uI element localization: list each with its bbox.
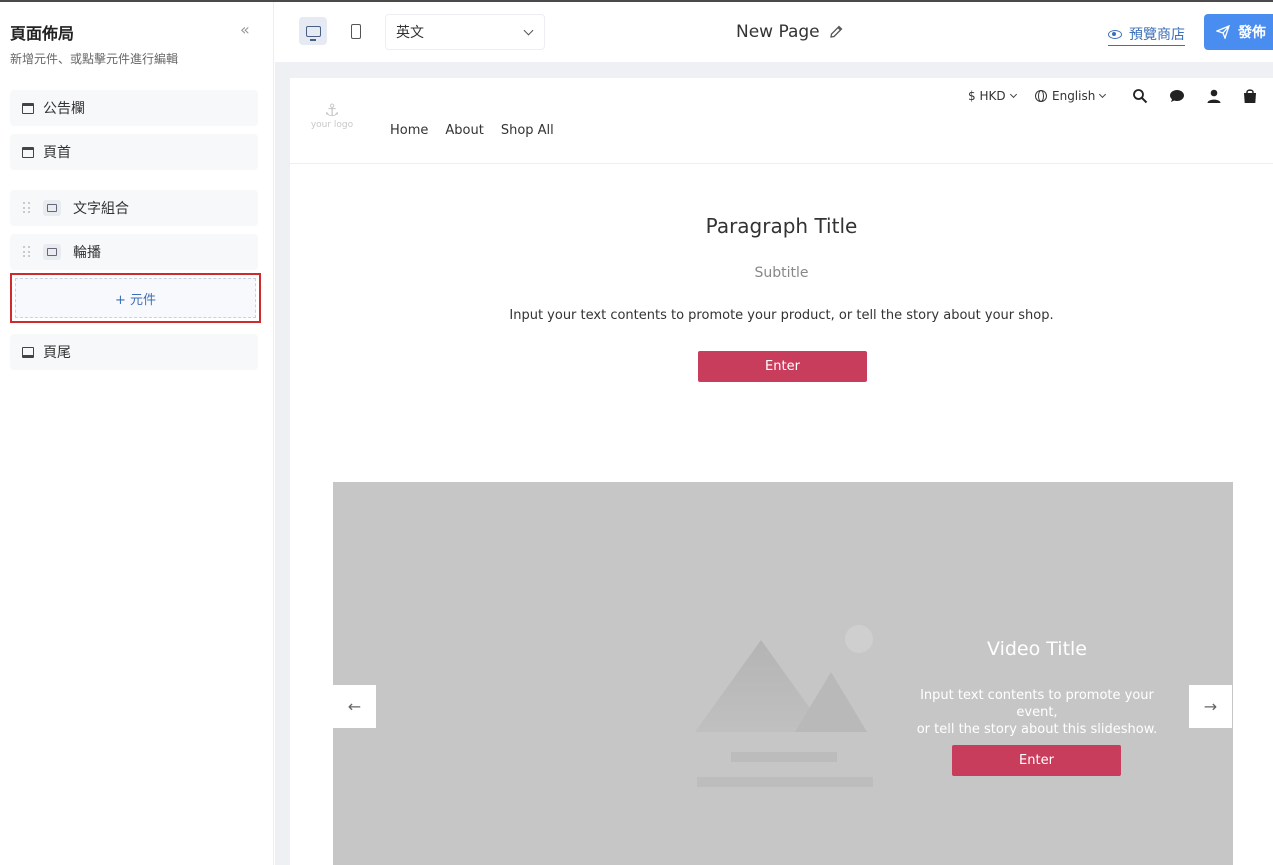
paragraph-title: Paragraph Title bbox=[705, 214, 858, 238]
carousel-icon bbox=[43, 244, 61, 260]
add-component-highlight: + 元件 bbox=[10, 273, 261, 323]
sidebar-item-header[interactable]: 頁首 bbox=[10, 134, 258, 170]
currency-label: $ HKD bbox=[968, 89, 1006, 103]
carousel-prev-button[interactable]: ← bbox=[333, 685, 376, 728]
currency-selector[interactable]: $ HKD bbox=[968, 89, 1017, 103]
page-name[interactable]: New Page bbox=[736, 22, 844, 42]
paragraph-enter-button[interactable]: Enter bbox=[698, 351, 867, 382]
chevron-down-icon bbox=[523, 25, 534, 35]
desktop-view-button[interactable] bbox=[299, 17, 327, 45]
window-icon bbox=[22, 146, 34, 158]
paragraph-body: Input your text contents to promote your… bbox=[509, 308, 1054, 323]
anchor-icon: ⚓ bbox=[324, 101, 340, 121]
language-select[interactable]: 英文 bbox=[385, 14, 545, 50]
arrow-left-icon: ← bbox=[347, 697, 362, 716]
editor-toolbar: 英文 New Page 預覽商店 發佈 bbox=[275, 2, 1273, 62]
nav-item-home[interactable]: Home bbox=[390, 123, 428, 138]
store-header[interactable]: ⚓ your logo Home About Shop All $ HKD En… bbox=[290, 78, 1273, 164]
publish-label: 發佈 bbox=[1238, 25, 1266, 41]
sidebar-subtitle: 新增元件、或點擊元件進行編輯 bbox=[10, 52, 179, 66]
account-icon[interactable] bbox=[1205, 87, 1223, 105]
store-language-selector[interactable]: English bbox=[1035, 89, 1107, 103]
preview-label: 預覽商店 bbox=[1129, 27, 1185, 43]
drag-handle-icon[interactable] bbox=[23, 202, 31, 214]
chevron-down-icon bbox=[1009, 90, 1017, 99]
collapse-sidebar-icon[interactable]: « bbox=[240, 20, 250, 39]
eye-icon bbox=[1108, 29, 1122, 39]
nav-item-about[interactable]: About bbox=[445, 123, 483, 138]
edit-pencil-icon[interactable] bbox=[828, 24, 844, 40]
slide-body-line: or tell the story about this slideshow. bbox=[916, 722, 1158, 737]
sidebar-item-announcement[interactable]: 公告欄 bbox=[10, 90, 258, 126]
slide-title: Video Title bbox=[987, 638, 1087, 660]
sidebar-item-label: 頁首 bbox=[43, 145, 71, 161]
editor-canvas: ⚓ your logo Home About Shop All $ HKD En… bbox=[275, 62, 1273, 865]
window-icon bbox=[22, 102, 34, 114]
mobile-icon bbox=[351, 23, 361, 39]
slide-body-line: Input text contents to promote your even… bbox=[920, 688, 1154, 720]
page-name-text: New Page bbox=[736, 22, 820, 42]
mobile-view-button[interactable] bbox=[342, 17, 370, 45]
layout-sidebar: 頁面佈局 新增元件、或點擊元件進行編輯 « 公告欄 頁首 文字組合 輪播 + 元… bbox=[0, 2, 274, 865]
add-component-button[interactable]: + 元件 bbox=[15, 278, 256, 318]
text-block-icon bbox=[43, 200, 61, 216]
sidebar-title: 頁面佈局 bbox=[10, 24, 75, 43]
store-nav: Home About Shop All bbox=[390, 123, 554, 138]
sidebar-item-label: 公告欄 bbox=[43, 101, 85, 117]
drag-handle-icon[interactable] bbox=[23, 246, 31, 258]
paragraph-subtitle: Subtitle bbox=[754, 265, 809, 281]
image-placeholder-icon bbox=[695, 625, 873, 787]
nav-item-shop-all[interactable]: Shop All bbox=[501, 123, 554, 138]
sidebar-item-footer[interactable]: 頁尾 bbox=[10, 334, 258, 370]
chat-icon[interactable] bbox=[1168, 87, 1186, 105]
send-icon bbox=[1216, 25, 1230, 39]
arrow-right-icon: → bbox=[1203, 697, 1218, 716]
sidebar-item-label: 頁尾 bbox=[43, 345, 71, 361]
footer-icon bbox=[22, 346, 34, 358]
slide-enter-button[interactable]: Enter bbox=[952, 745, 1121, 776]
chevron-down-icon bbox=[1099, 90, 1107, 99]
globe-icon bbox=[1035, 90, 1047, 102]
sidebar-item-text-group[interactable]: 文字組合 bbox=[10, 190, 258, 226]
sidebar-item-label: 文字組合 bbox=[73, 201, 129, 217]
sidebar-item-carousel[interactable]: 輪播 bbox=[10, 234, 258, 270]
store-logo: ⚓ your logo bbox=[310, 102, 354, 140]
language-select-value: 英文 bbox=[396, 25, 424, 41]
store-language-label: English bbox=[1052, 89, 1096, 103]
store-preview: ⚓ your logo Home About Shop All $ HKD En… bbox=[290, 78, 1273, 865]
search-icon[interactable] bbox=[1131, 87, 1149, 105]
carousel-next-button[interactable]: → bbox=[1189, 685, 1232, 728]
logo-text: your logo bbox=[310, 120, 354, 130]
carousel-slide[interactable]: Video Title Input text contents to promo… bbox=[333, 482, 1233, 865]
preview-store-link[interactable]: 預覽商店 bbox=[1108, 24, 1185, 46]
publish-button[interactable]: 發佈 bbox=[1204, 14, 1273, 50]
desktop-icon bbox=[305, 25, 321, 41]
shopping-bag-icon[interactable] bbox=[1241, 87, 1259, 105]
slide-body: Input text contents to promote your even… bbox=[899, 687, 1175, 738]
sidebar-item-label: 輪播 bbox=[73, 245, 101, 261]
